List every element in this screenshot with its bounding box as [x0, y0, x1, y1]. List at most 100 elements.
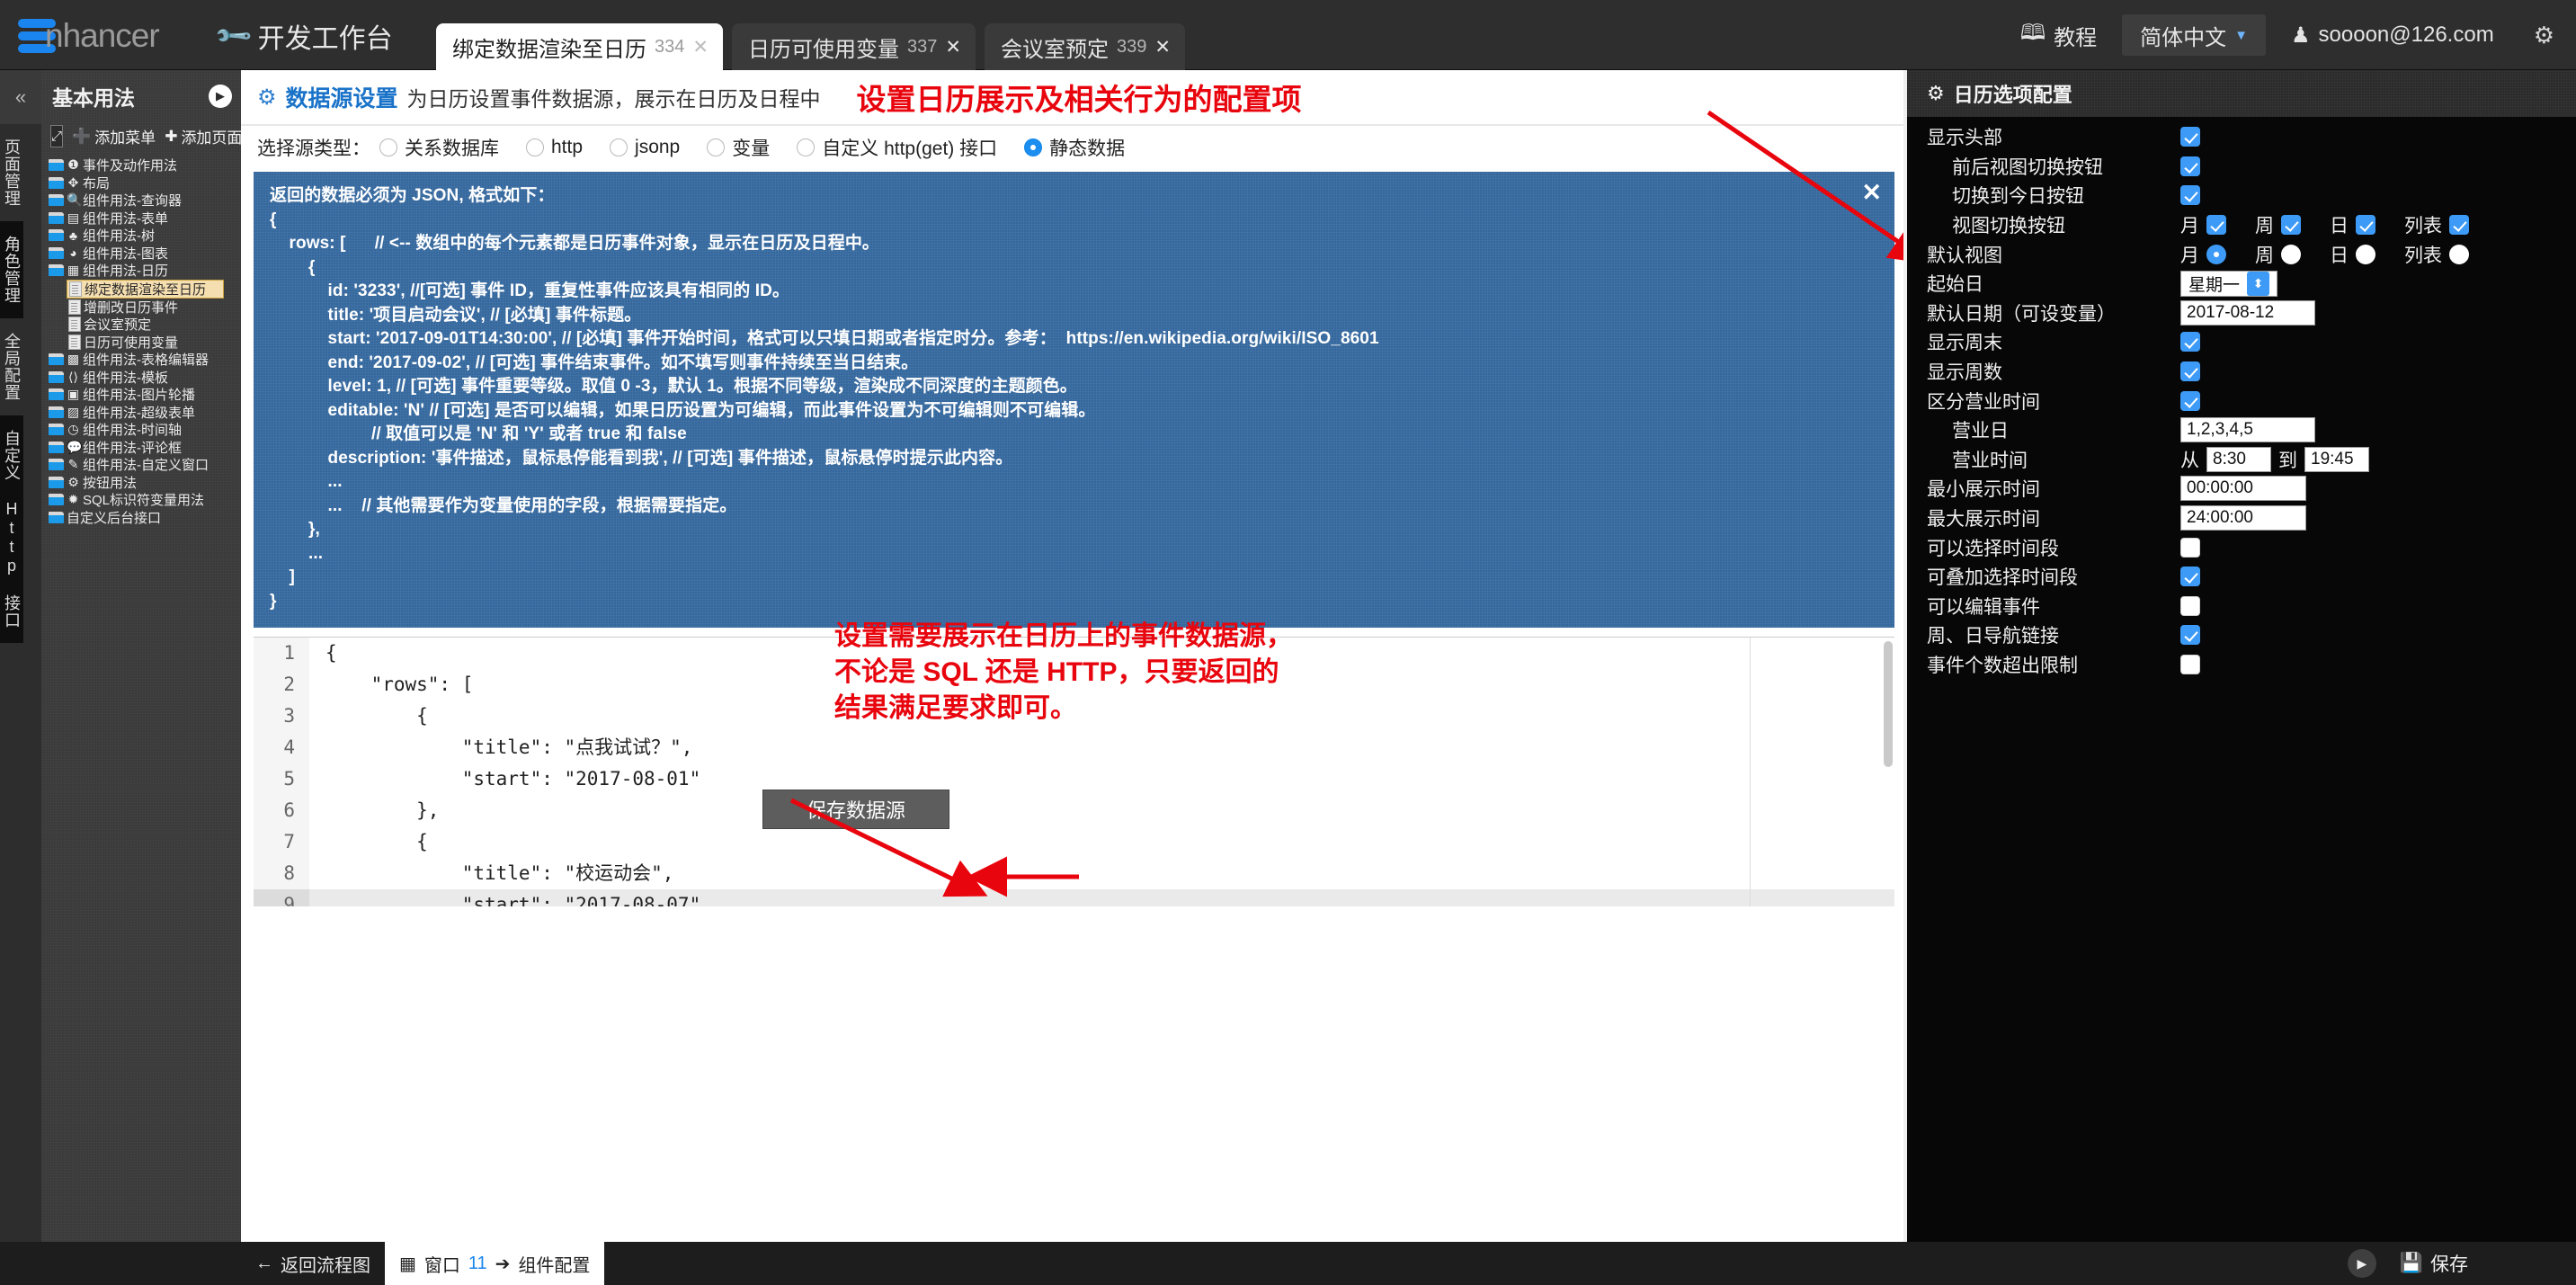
tree-node-2[interactable]: 🔍 组件用法-查询器	[41, 192, 241, 210]
tree-node-5[interactable]: ◕ 组件用法-图表	[41, 245, 241, 263]
tree-node-18[interactable]: ⚙ 按钮用法	[41, 474, 241, 492]
option-choice-2[interactable]: 日	[2330, 241, 2375, 268]
editor-line-7[interactable]: 7 {	[254, 826, 1894, 858]
checkbox-checked[interactable]	[2449, 215, 2469, 236]
checkbox-checked[interactable]	[2180, 185, 2200, 206]
tree-node-16[interactable]: 💬 组件用法-评论框	[41, 439, 241, 457]
tree-node-0[interactable]: ❶ 事件及动作用法	[41, 156, 241, 174]
rail-tab-1[interactable]: 角色管理	[0, 221, 23, 318]
option-choice-1[interactable]: 周	[2255, 241, 2301, 268]
close-icon[interactable]: ✕	[945, 36, 961, 58]
option-choice-3[interactable]: 列表	[2404, 241, 2469, 268]
workbench-button[interactable]: 🔧 开发工作台	[213, 16, 392, 57]
tree-node-1[interactable]: ✥ 布局	[41, 174, 241, 192]
source-type-option-2[interactable]: jsonp	[610, 137, 680, 158]
tab-2[interactable]: 会议室预定 339 ✕	[984, 23, 1185, 70]
save-datasource-button[interactable]: 保存数据源	[762, 790, 949, 829]
source-type-option-1[interactable]: http	[526, 137, 583, 158]
radio-icon[interactable]	[797, 138, 816, 156]
back-to-flow-button[interactable]: ← 返回流程图	[241, 1242, 385, 1285]
checkbox-unchecked[interactable]	[2180, 595, 2200, 616]
source-type-option-0[interactable]: 关系数据库	[379, 134, 499, 161]
text-input[interactable]	[2180, 505, 2306, 531]
checkbox-unchecked[interactable]	[2180, 537, 2200, 558]
radio-unselected[interactable]	[2281, 244, 2301, 264]
rail-tab-2[interactable]: 全局配置	[0, 318, 23, 415]
checkbox-checked[interactable]	[2180, 332, 2200, 352]
breadcrumb-component-config[interactable]: 组件配置	[518, 1251, 590, 1277]
radio-selected[interactable]	[2206, 244, 2226, 264]
checkbox-checked[interactable]	[2180, 361, 2200, 382]
close-icon[interactable]: ✕	[1154, 36, 1171, 58]
radio-unselected[interactable]	[2449, 244, 2469, 264]
radio-icon[interactable]	[610, 138, 628, 156]
tree-node-13[interactable]: ▣ 组件用法-图片轮播	[41, 386, 241, 404]
tree-node-4[interactable]: ♣ 组件用法-树	[41, 227, 241, 245]
editor-line-5[interactable]: 5 "start": "2017-08-01"	[254, 763, 1894, 795]
tree-node-19[interactable]: ✹ SQL标识符变量用法	[41, 491, 241, 509]
option-choice-0[interactable]: 月	[2180, 211, 2226, 238]
checkbox-checked[interactable]	[2180, 127, 2200, 147]
preview-play-button[interactable]: ▶	[209, 85, 232, 108]
option-choice-2[interactable]: 日	[2330, 211, 2375, 238]
checkbox-checked[interactable]	[2180, 625, 2200, 646]
run-preview-button[interactable]: ▶	[2347, 1249, 2376, 1278]
breadcrumb-window[interactable]: 窗口	[424, 1251, 460, 1277]
checkbox-checked[interactable]	[2180, 567, 2200, 587]
tree-node-11[interactable]: ▩ 组件用法-表格编辑器	[41, 351, 241, 369]
text-input[interactable]	[2180, 476, 2306, 502]
tree-node-17[interactable]: ✎ 组件用法-自定义窗口	[41, 456, 241, 474]
radio-unselected[interactable]	[2356, 244, 2375, 264]
checkbox-checked[interactable]	[2180, 156, 2200, 176]
checkbox-checked[interactable]	[2281, 215, 2301, 236]
close-icon[interactable]: ✕	[1861, 179, 1882, 207]
tutorial-button[interactable]: 🕮 教程	[2001, 0, 2117, 70]
radio-icon[interactable]	[1024, 138, 1043, 156]
expand-all-button[interactable]: ⤢	[50, 125, 64, 147]
tree-node-20[interactable]: 自定义后台接口	[41, 509, 241, 527]
tree-node-10[interactable]: 日历可使用变量	[41, 334, 241, 352]
add-menu-button[interactable]: ➕ 添加菜单	[72, 125, 156, 147]
collapse-sidebar-button[interactable]: «	[0, 70, 41, 124]
checkbox-unchecked[interactable]	[2180, 654, 2200, 674]
source-type-option-3[interactable]: 变量	[707, 134, 770, 161]
add-page-button[interactable]: ✚ 添加页面	[165, 125, 241, 147]
from-time-input[interactable]	[2206, 446, 2271, 472]
spinner-icon[interactable]: ⬍	[2247, 271, 2270, 296]
radio-icon[interactable]	[707, 138, 726, 156]
tree-node-6[interactable]: ▦ 组件用法-日历	[41, 262, 241, 280]
tree-node-15[interactable]: ◷ 组件用法-时间轴	[41, 421, 241, 439]
text-input[interactable]	[2180, 299, 2315, 326]
tree-node-8[interactable]: 增删改日历事件	[41, 299, 241, 317]
tree-node-3[interactable]: ▤ 组件用法-表单	[41, 210, 241, 228]
checkbox-checked[interactable]	[2206, 215, 2226, 236]
radio-icon[interactable]	[379, 138, 397, 156]
save-button[interactable]: 💾 保存	[2400, 1250, 2576, 1277]
tree-node-7[interactable]: 绑定数据渲染至日历	[67, 279, 224, 299]
to-time-input[interactable]	[2304, 446, 2369, 472]
close-icon[interactable]: ✕	[692, 36, 709, 58]
source-type-option-5[interactable]: 静态数据	[1024, 134, 1125, 161]
editor-line-9[interactable]: 9 "start": "2017-08-07",	[254, 889, 1894, 906]
tree-node-9[interactable]: 会议室预定	[41, 316, 241, 334]
tree-node-12[interactable]: ⟨⟩ 组件用法-模板	[41, 369, 241, 387]
rail-tab-3[interactable]: 自定义 Http 接口	[0, 415, 23, 643]
editor-line-6[interactable]: 6 },	[254, 795, 1894, 826]
editor-scrollbar[interactable]	[1884, 641, 1893, 767]
option-choice-0[interactable]: 月	[2180, 241, 2226, 268]
rail-tab-0[interactable]: 页面管理	[0, 124, 23, 221]
tree-node-14[interactable]: ▨ 组件用法-超级表单	[41, 404, 241, 422]
tab-0[interactable]: 绑定数据渲染至日历 334 ✕	[436, 23, 723, 70]
radio-icon[interactable]	[526, 138, 544, 156]
option-choice-3[interactable]: 列表	[2404, 211, 2469, 238]
text-input[interactable]	[2180, 417, 2315, 443]
account-menu[interactable]: ♟ soooon@126.com	[2271, 0, 2514, 70]
start-day-select[interactable]: 星期一 ⬍	[2180, 270, 2278, 297]
checkbox-checked[interactable]	[2180, 390, 2200, 411]
language-selector[interactable]: 简体中文 ▼	[2122, 14, 2267, 56]
editor-line-4[interactable]: 4 "title": "点我试试？",	[254, 732, 1894, 763]
tab-1[interactable]: 日历可使用变量 337 ✕	[731, 23, 976, 70]
source-type-option-4[interactable]: 自定义 http(get) 接口	[797, 134, 997, 161]
checkbox-checked[interactable]	[2356, 215, 2375, 236]
settings-gear-button[interactable]: ⚙	[2514, 0, 2576, 70]
